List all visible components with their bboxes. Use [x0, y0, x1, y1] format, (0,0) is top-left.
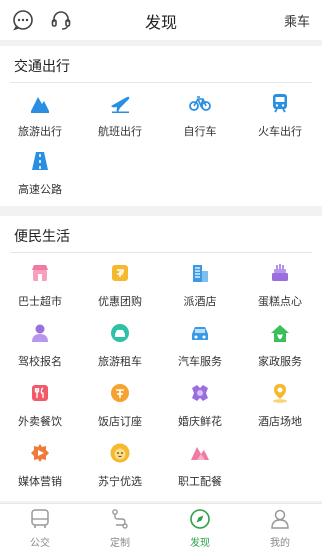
tab-label: 我的 — [270, 538, 290, 549]
grid-item-label: 旅游出行 — [18, 125, 62, 138]
tab-label: 发现 — [190, 538, 210, 549]
grid-item-label: 驾校报名 — [18, 355, 62, 368]
grid-item-label: 火车出行 — [258, 125, 302, 138]
profile-icon — [269, 508, 291, 530]
section-title-transport: 交通出行 — [14, 59, 70, 75]
grid-item-label: 婚庆鲜花 — [178, 415, 222, 428]
page-title: 发现 — [144, 13, 177, 32]
grid-item-label: 派酒店 — [183, 295, 217, 308]
grid-item-label: 蛋糕点心 — [258, 295, 302, 308]
plane-icon — [109, 92, 131, 114]
grid-item-label: 汽车服务 — [178, 355, 222, 368]
grid-item-label: 外卖餐饮 — [18, 415, 62, 428]
grid-item-label: 巴士超市 — [18, 295, 62, 308]
grid-item-hotel[interactable]: 派酒店 — [160, 262, 240, 314]
tab-mine[interactable]: 我的 — [240, 508, 320, 549]
food-icon — [29, 382, 51, 404]
highway-icon — [29, 150, 51, 172]
top-bar: 发现 乘车 — [0, 0, 322, 40]
grid-item-cake[interactable]: 蛋糕点心 — [240, 262, 320, 314]
train-icon — [269, 92, 291, 114]
grid-item-wedding-flowers[interactable]: 婚庆鲜花 — [160, 382, 240, 434]
mountain-icon — [29, 92, 51, 114]
cake-icon — [269, 262, 291, 284]
grid-item-staff-meals[interactable]: 职工配餐 — [160, 442, 240, 494]
restaurant-icon — [109, 382, 131, 404]
tab-bus[interactable]: 公交 — [0, 508, 80, 549]
grid-item-label: 航班出行 — [98, 125, 142, 138]
media-icon — [29, 442, 51, 464]
coupon-icon — [109, 262, 131, 284]
route-icon — [109, 508, 131, 530]
grid-item-group-buy[interactable]: 优惠团购 — [80, 262, 160, 314]
grid-item-label: 旅游租车 — [98, 355, 142, 368]
grid-item-takeout[interactable]: 外卖餐饮 — [0, 382, 80, 434]
life-section: 便民生活 巴士超市 优惠团购 派酒店 蛋糕点心 驾校报名 旅游租车 汽车服务 家… — [0, 216, 322, 501]
grid-item-label: 家政服务 — [258, 355, 302, 368]
grid-item-train[interactable]: 火车出行 — [240, 92, 320, 144]
flower-icon — [189, 382, 211, 404]
divider — [10, 252, 312, 253]
car-service-icon — [189, 322, 211, 344]
compass-icon — [189, 508, 211, 530]
grid-item-flight[interactable]: 航班出行 — [80, 92, 160, 144]
grid-item-label: 媒体营销 — [18, 475, 62, 488]
grid-item-tourism[interactable]: 旅游出行 — [0, 92, 80, 144]
grid-item-label: 高速公路 — [18, 183, 62, 196]
grid-item-label: 职工配餐 — [178, 475, 222, 488]
grid-item-car-service[interactable]: 汽车服务 — [160, 322, 240, 374]
driver-icon — [29, 322, 51, 344]
car-rental-icon — [109, 322, 131, 344]
grid-item-bicycle[interactable]: 自行车 — [160, 92, 240, 144]
grid-item-label: 优惠团购 — [98, 295, 142, 308]
grid-item-highway[interactable]: 高速公路 — [0, 150, 80, 202]
lion-icon — [109, 442, 131, 464]
grid-item-label: 饭店订座 — [98, 415, 142, 428]
location-icon — [269, 382, 291, 404]
section-title-life: 便民生活 — [14, 229, 70, 245]
house-icon — [269, 322, 291, 344]
transport-section: 交通出行 旅游出行 航班出行 自行车 火车出行 高速公路 — [0, 46, 322, 206]
hotel-building-icon — [189, 262, 211, 284]
grid-item-restaurant-booking[interactable]: 饭店订座 — [80, 382, 160, 434]
grid-item-label: 酒店场地 — [258, 415, 302, 428]
shop-icon — [29, 262, 51, 284]
divider — [10, 82, 312, 83]
grid-item-hotel-venue[interactable]: 酒店场地 — [240, 382, 320, 434]
grid-item-suning[interactable]: 苏宁优选 — [80, 442, 160, 494]
grid-item-label: 苏宁优选 — [98, 475, 142, 488]
tab-label: 定制 — [110, 538, 130, 549]
bicycle-icon — [189, 92, 211, 114]
tab-custom[interactable]: 定制 — [80, 508, 160, 549]
ride-button[interactable]: 乘车 — [284, 11, 310, 30]
tab-discover[interactable]: 发现 — [160, 508, 240, 549]
bottom-tab-bar: 公交 定制 发现 我的 — [0, 503, 322, 550]
meal-icon — [189, 442, 211, 464]
grid-item-media-marketing[interactable]: 媒体营销 — [0, 442, 80, 494]
tab-label: 公交 — [30, 538, 50, 549]
grid-item-label: 自行车 — [183, 125, 217, 138]
grid-item-housekeeping[interactable]: 家政服务 — [240, 322, 320, 374]
grid-item-bus-market[interactable]: 巴士超市 — [0, 262, 80, 314]
grid-item-driving-school[interactable]: 驾校报名 — [0, 322, 80, 374]
bus-icon — [29, 508, 51, 530]
grid-item-car-rental[interactable]: 旅游租车 — [80, 322, 160, 374]
